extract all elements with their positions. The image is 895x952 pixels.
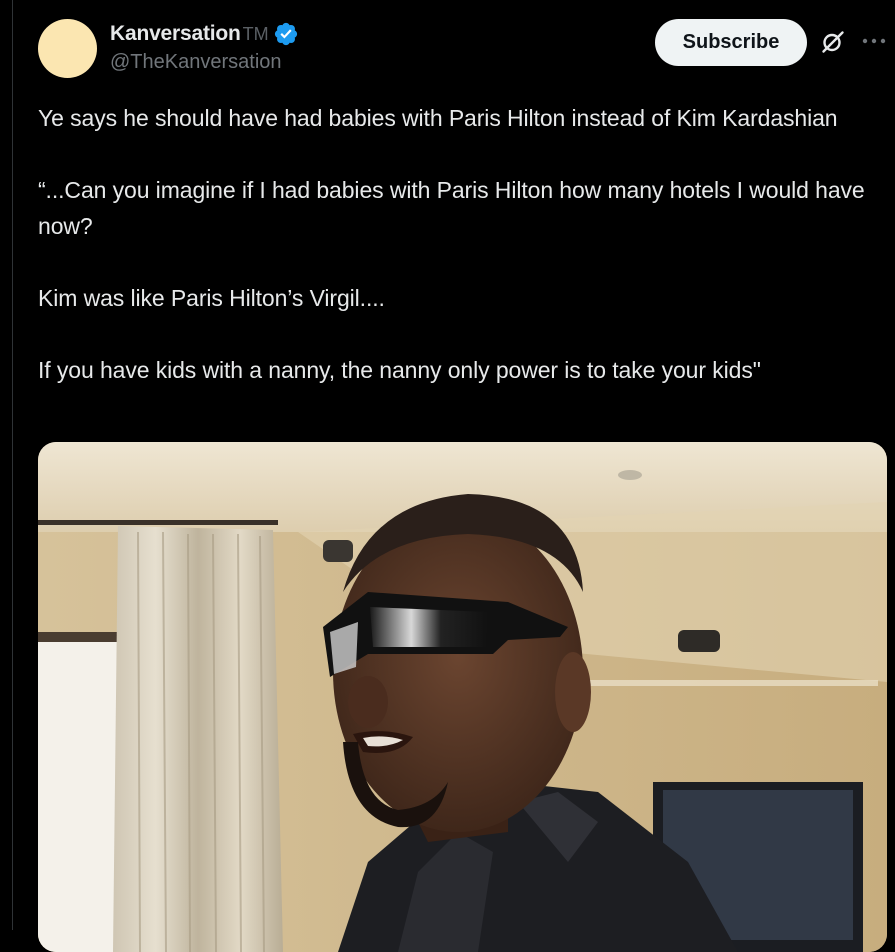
more-options-icon[interactable] xyxy=(860,30,888,52)
video-frame-image xyxy=(38,442,887,952)
timeline-border xyxy=(12,0,13,930)
trademark-mark: TM xyxy=(242,23,269,44)
tweet-text: Ye says he should have had babies with P… xyxy=(38,100,888,388)
tweet-paragraph: Ye says he should have had babies with P… xyxy=(38,105,838,131)
subscribe-button[interactable]: Subscribe xyxy=(655,19,807,66)
verified-badge-icon[interactable] xyxy=(273,21,299,47)
author-name-row: Kanversation TM xyxy=(110,20,299,48)
tweet-media-video[interactable] xyxy=(38,442,887,952)
tweet-paragraph: Kim was like Paris Hilton’s Virgil.... xyxy=(38,285,385,311)
author-display-name[interactable]: Kanversation xyxy=(110,22,241,46)
grok-icon[interactable] xyxy=(820,29,846,55)
avatar[interactable] xyxy=(38,19,97,78)
tweet-paragraph: If you have kids with a nanny, the nanny… xyxy=(38,357,761,383)
author-handle[interactable]: @TheKanversation xyxy=(110,51,282,74)
tweet-paragraph: “...Can you imagine if I had babies with… xyxy=(38,177,865,239)
